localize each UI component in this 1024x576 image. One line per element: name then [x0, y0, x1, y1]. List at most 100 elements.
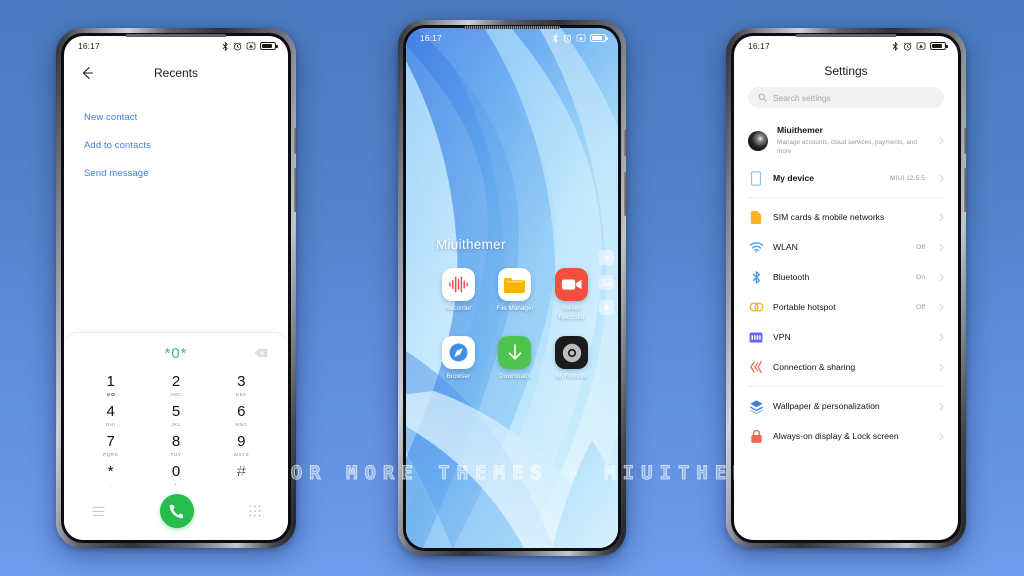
settings-row-always-on-display-lock-screen[interactable]: Always-on display & Lock screen	[734, 421, 958, 451]
keypad-key-8[interactable]: 8 TUV	[143, 431, 208, 461]
keypad-key-6[interactable]: 6 MNO	[209, 401, 274, 431]
keypad-key-letters: ABC	[170, 391, 182, 397]
keypad-key-number: 1	[106, 373, 115, 391]
backspace-icon[interactable]	[254, 348, 268, 358]
recorder-icon	[441, 268, 475, 301]
settings-row-text: Connection & sharing	[773, 362, 916, 373]
status-bar: 16:17	[406, 28, 618, 48]
settings-row-bluetooth[interactable]: Bluetooth On	[734, 262, 958, 292]
power-button[interactable]	[624, 130, 627, 156]
keypad-key-0[interactable]: 0 +	[143, 461, 208, 491]
app-grid: Recorder File Manager Screen Recorder Brows…	[430, 268, 600, 382]
dialer-header: Recents	[64, 56, 288, 90]
page-title: Recents	[153, 66, 199, 80]
keypad-key-number: 8	[171, 433, 181, 451]
keypad-key-letters: GHI	[105, 421, 116, 427]
keypad-key-number: #	[237, 463, 246, 481]
bluetooth-icon	[552, 33, 558, 43]
keypad-key-9[interactable]: 9 WXYZ	[209, 431, 274, 461]
volume-button[interactable]	[624, 172, 627, 216]
keypad-key-letters: TUV	[170, 451, 182, 457]
settings-row-value: Off	[916, 243, 925, 251]
folder-icon	[498, 268, 532, 301]
vpn-icon	[748, 329, 764, 345]
device-icon	[748, 170, 764, 186]
keypad-grid: 1 2 ABC 3 DEF 4 GHI 5 JKL 6 MNO 7 PQRS 8 TUV 9 WXYZ *, 0 + #	[64, 367, 288, 491]
keypad-key-4[interactable]: 4 GHI	[78, 401, 143, 431]
settings-row-wlan[interactable]: WLAN Off	[734, 232, 958, 262]
phone-call-icon	[169, 504, 184, 518]
lock-icon	[748, 428, 764, 444]
settings-row-portable-hotspot[interactable]: Portable hotspot Off	[734, 292, 958, 322]
vibrate-icon	[916, 42, 926, 50]
app-file-manager[interactable]: File Manager	[487, 268, 544, 322]
volume-button[interactable]	[294, 168, 297, 212]
app-downloads[interactable]: Downloads	[487, 336, 544, 382]
keypad-key-3[interactable]: 3 DEF	[209, 371, 274, 401]
alarm-icon	[563, 33, 572, 43]
chevron-right-icon	[939, 432, 944, 441]
new-contact-link[interactable]: New contact	[84, 104, 268, 132]
app-label: Downloads	[499, 373, 531, 381]
settings-row-label: Always-on display & Lock screen	[773, 430, 899, 441]
sim-card-icon	[748, 209, 764, 225]
search-placeholder: Search settings	[773, 92, 831, 103]
keypad-key-star[interactable]: *,	[78, 461, 143, 491]
dialer-action-links: New contact Add to contacts Send message	[64, 90, 288, 188]
phone-bezel: 16:17 Recents New contact Add to contact…	[61, 33, 291, 543]
keypad-key-number: 2	[171, 373, 181, 391]
chevron-right-icon	[939, 213, 944, 222]
settings-row-wallpaper-personalization[interactable]: Wallpaper & personalization	[734, 391, 958, 421]
home-screen: 16:17 Miuithemer Recorder File Manager Scr…	[406, 28, 618, 548]
search-input[interactable]: Search settings	[748, 87, 944, 108]
settings-row-label: VPN	[773, 331, 791, 342]
edge-tools	[599, 250, 614, 315]
settings-row-text: WLAN	[773, 242, 907, 253]
settings-row-connection-sharing[interactable]: Connection & sharing	[734, 352, 958, 382]
keypad-dots-icon[interactable]	[248, 505, 261, 517]
water-drop-icon[interactable]	[599, 300, 614, 315]
power-button[interactable]	[294, 128, 297, 154]
menu-lines-icon[interactable]	[91, 506, 105, 517]
app-screen-recorder[interactable]: Screen Recorder	[543, 268, 600, 322]
volume-button[interactable]	[964, 168, 967, 212]
keypad-key-hash[interactable]: #	[209, 461, 274, 491]
app-recorder[interactable]: Recorder	[430, 268, 487, 322]
divider	[748, 197, 944, 199]
settings-screen: 16:17 Settings Search settings Miuitheme…	[734, 36, 958, 540]
app-mi-remote[interactable]: Mi Remote	[543, 336, 600, 382]
power-button[interactable]	[964, 128, 967, 154]
add-to-contacts-link[interactable]: Add to contacts	[84, 132, 268, 160]
keypad-key-5[interactable]: 5 JKL	[143, 401, 208, 431]
settings-row-label: Wallpaper & personalization	[773, 400, 880, 411]
wallpaper-icon	[748, 398, 764, 414]
settings-group-personalization: Wallpaper & personalization Always-on dis…	[734, 391, 958, 451]
device-text: My device	[773, 173, 881, 184]
chevron-right-icon	[939, 136, 944, 145]
my-device-row[interactable]: My device MIUI 12.5.5	[734, 163, 958, 193]
close-icon[interactable]	[599, 250, 614, 265]
hotspot-icon	[748, 299, 764, 315]
status-icons	[552, 33, 608, 43]
keypad-key-1[interactable]: 1	[78, 371, 143, 401]
account-row[interactable]: Miuithemer Manage accounts, cloud servic…	[734, 118, 958, 163]
dial-display: *0*	[64, 339, 288, 367]
app-browser[interactable]: Browser	[430, 336, 487, 382]
send-message-link[interactable]: Send message	[84, 160, 268, 188]
keypad-key-2[interactable]: 2 ABC	[143, 371, 208, 401]
remote-dial-icon	[555, 336, 589, 370]
call-button[interactable]	[159, 494, 194, 528]
earpiece-grille	[125, 34, 227, 37]
dialer-bottom-actions	[64, 491, 288, 540]
account-name: Miuithemer	[777, 125, 823, 135]
keypad-key-7[interactable]: 7 PQRS	[78, 431, 143, 461]
chevron-right-icon	[939, 273, 944, 282]
keypad-key-letters: DEF	[235, 391, 247, 397]
dialed-number: *0*	[164, 344, 188, 362]
settings-row-sim-cards-mobile-networks[interactable]: SIM cards & mobile networks	[734, 202, 958, 232]
settings-row-vpn[interactable]: VPN	[734, 322, 958, 352]
chevron-right-icon	[939, 333, 944, 342]
gallery-icon[interactable]	[599, 275, 614, 290]
keypad-key-number: 7	[106, 433, 115, 451]
chevron-right-icon	[939, 402, 944, 411]
